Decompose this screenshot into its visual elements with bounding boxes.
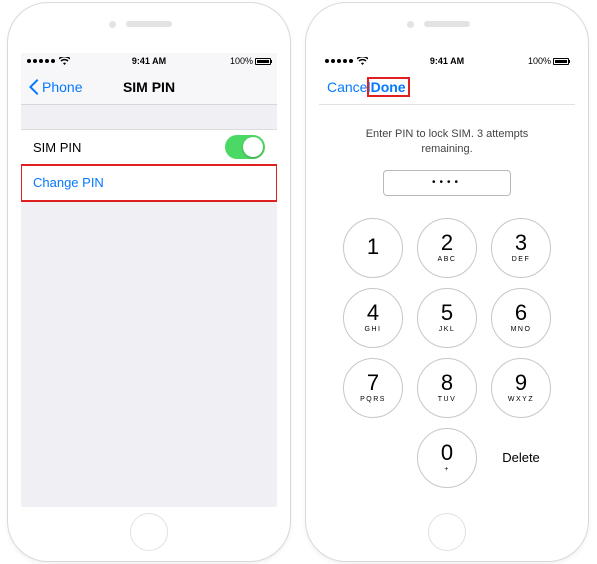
- change-pin-label: Change PIN: [33, 175, 104, 190]
- keypad-7[interactable]: 7PQRS: [343, 358, 403, 418]
- page-title: SIM PIN: [123, 79, 175, 95]
- cancel-button[interactable]: Cancel: [327, 79, 371, 95]
- back-button[interactable]: Phone: [29, 79, 82, 95]
- wifi-icon: [357, 57, 368, 65]
- done-button[interactable]: Done: [369, 79, 408, 95]
- sim-pin-row[interactable]: SIM PIN: [21, 129, 277, 165]
- battery-indicator: 100%: [528, 56, 569, 66]
- screen-right: 9:41 AM 100% Cancel Done Enter PIN to lo…: [319, 53, 575, 507]
- camera-dot: [109, 21, 116, 28]
- keypad-0[interactable]: 0+: [417, 428, 477, 488]
- keypad-2[interactable]: 2ABC: [417, 218, 477, 278]
- sim-pin-toggle[interactable]: [225, 135, 265, 159]
- keypad-3[interactable]: 3DEF: [491, 218, 551, 278]
- sim-pin-label: SIM PIN: [33, 140, 81, 155]
- keypad-1[interactable]: 1: [343, 218, 403, 278]
- keypad-delete[interactable]: Delete: [491, 428, 551, 488]
- chevron-left-icon: [29, 79, 39, 95]
- pin-prompt: Enter PIN to lock SIM. 3 attempts remain…: [362, 127, 532, 158]
- phone-right-mockup: 9:41 AM 100% Cancel Done Enter PIN to lo…: [306, 3, 588, 561]
- keypad-6[interactable]: 6MNO: [491, 288, 551, 348]
- status-time: 9:41 AM: [132, 56, 166, 66]
- speaker-slot: [126, 21, 172, 27]
- pin-input-field[interactable]: ••••: [383, 170, 511, 196]
- keypad-8[interactable]: 8TUV: [417, 358, 477, 418]
- settings-content: SIM PIN Change PIN: [21, 105, 277, 507]
- signal-dots-icon: [27, 59, 55, 63]
- wifi-icon: [59, 57, 70, 65]
- status-time: 9:41 AM: [430, 56, 464, 66]
- battery-percent: 100%: [528, 56, 551, 66]
- phone-left-mockup: 9:41 AM 100% Phone SIM PIN SIM PIN Chang…: [8, 3, 290, 561]
- back-label: Phone: [42, 79, 82, 95]
- home-button[interactable]: [428, 513, 466, 551]
- status-bar: 9:41 AM 100%: [319, 53, 575, 69]
- keypad-4[interactable]: 4GHI: [343, 288, 403, 348]
- settings-group: SIM PIN Change PIN: [21, 129, 277, 201]
- home-button[interactable]: [130, 513, 168, 551]
- keypad-9[interactable]: 9WXYZ: [491, 358, 551, 418]
- keypad-5[interactable]: 5JKL: [417, 288, 477, 348]
- pin-entry-content: Enter PIN to lock SIM. 3 attempts remain…: [319, 105, 575, 507]
- battery-percent: 100%: [230, 56, 253, 66]
- status-bar: 9:41 AM 100%: [21, 53, 277, 69]
- navbar: Phone SIM PIN: [21, 69, 277, 105]
- keypad: 1 2ABC 3DEF 4GHI 5JKL 6MNO 7PQRS 8TUV 9W…: [343, 218, 551, 488]
- screen-left: 9:41 AM 100% Phone SIM PIN SIM PIN Chang…: [21, 53, 277, 507]
- speaker-slot: [424, 21, 470, 27]
- navbar: Cancel Done: [319, 69, 575, 105]
- signal-dots-icon: [325, 59, 353, 63]
- battery-indicator: 100%: [230, 56, 271, 66]
- change-pin-row[interactable]: Change PIN: [21, 165, 277, 201]
- camera-dot: [407, 21, 414, 28]
